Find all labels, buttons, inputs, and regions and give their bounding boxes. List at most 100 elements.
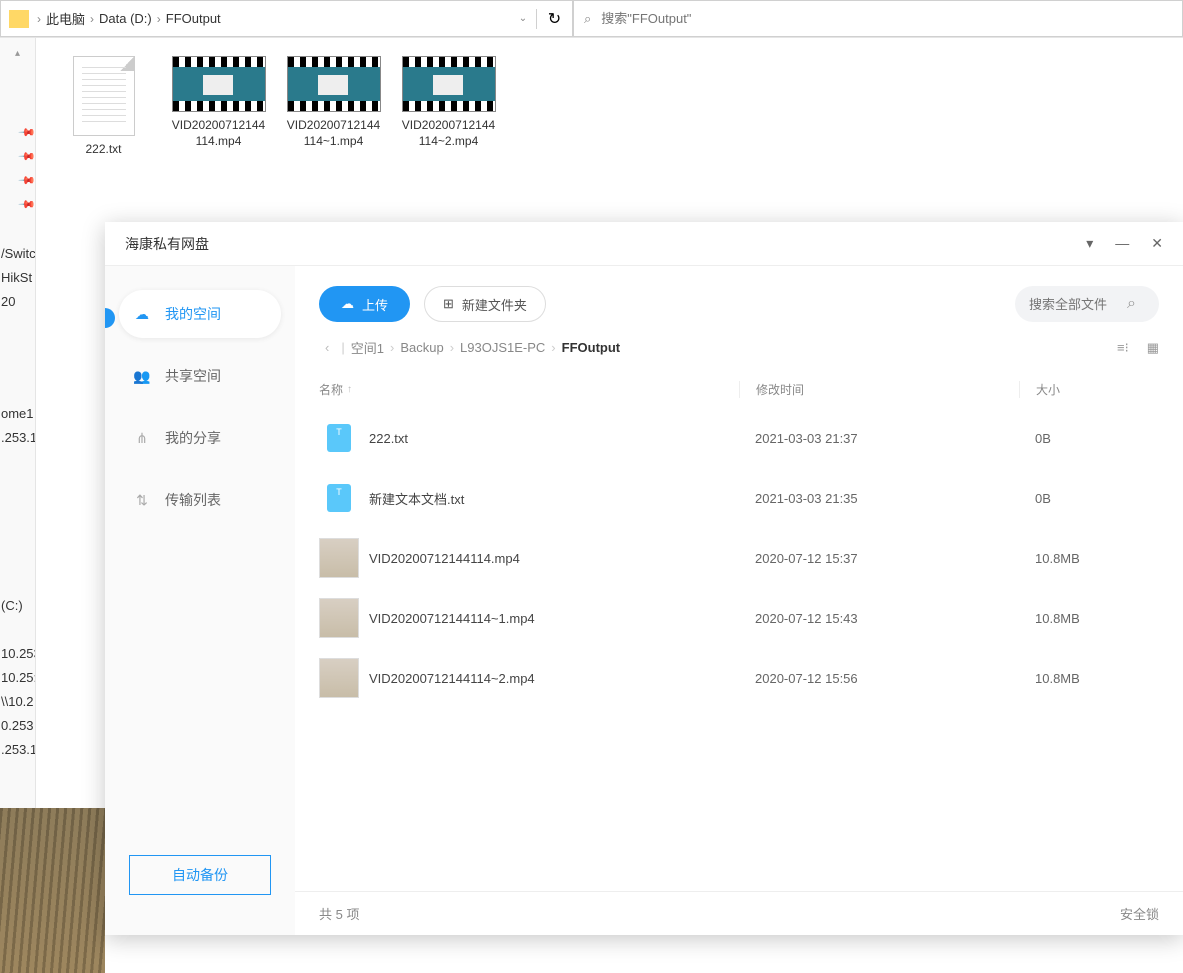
cloud-drive-window: 海康私有网盘 ▾ — ✕ ☁ 我的空间 👥 共享空间 ⋔ 我的分享: [105, 222, 1183, 935]
window-title: 海康私有网盘: [125, 234, 1086, 254]
chevron-right-icon: ›: [450, 340, 454, 355]
nav-item[interactable]: (C:): [1, 598, 35, 613]
history-dropdown[interactable]: ⌄: [510, 13, 536, 24]
sidebar-item-my-space[interactable]: ☁ 我的空间: [119, 290, 281, 338]
explorer-search-input[interactable]: [591, 11, 1182, 26]
file-item-video[interactable]: VID20200712144114~1.mp4: [286, 56, 381, 149]
minimize-button[interactable]: —: [1115, 235, 1129, 252]
file-date: 2020-07-12 15:43: [739, 611, 1019, 626]
chevron-right-icon: ›: [153, 12, 165, 26]
cloud-search-input[interactable]: [1029, 297, 1119, 312]
view-controls: ≡⁝ ▦: [1117, 340, 1159, 356]
file-list: 222.txt 2021-03-03 21:37 0B 新建文本文档.txt 2…: [295, 408, 1183, 708]
breadcrumb-segment[interactable]: 空间1: [351, 338, 384, 357]
file-size: 10.8MB: [1019, 551, 1159, 566]
explorer-breadcrumb[interactable]: › 此电脑 › Data (D:) › FFOutput ⌄ ↻: [0, 0, 573, 37]
search-icon[interactable]: ⌕: [1127, 295, 1136, 313]
file-date: 2021-03-03 21:37: [739, 431, 1019, 446]
back-button[interactable]: ‹: [319, 340, 335, 355]
breadcrumb-segment[interactable]: Data (D:): [98, 9, 153, 28]
file-name: 新建文本文档.txt: [369, 489, 739, 508]
item-count: 共 5 项: [319, 904, 359, 923]
nav-item[interactable]: 10.253: [1, 646, 35, 661]
nav-item[interactable]: 10.25:: [1, 670, 35, 685]
breadcrumb-segment[interactable]: FFOutput: [165, 9, 222, 28]
scroll-up-icon[interactable]: ▴: [0, 48, 35, 59]
file-name: VID20200712144114~2.mp4: [369, 671, 739, 686]
col-header-date[interactable]: 修改时间: [739, 381, 1019, 398]
upload-icon: ☁: [341, 296, 354, 312]
sidebar-item-my-shares[interactable]: ⋔ 我的分享: [119, 414, 281, 462]
pin-icon: 📌: [17, 123, 36, 142]
table-row[interactable]: VID20200712144114~2.mp4 2020-07-12 15:56…: [295, 648, 1183, 708]
sort-icon[interactable]: ≡⁝: [1117, 340, 1129, 356]
search-icon: ⌕: [584, 11, 591, 27]
upload-button[interactable]: ☁ 上传: [319, 286, 410, 322]
divider: |: [341, 340, 344, 355]
auto-backup-button[interactable]: 自动备份: [129, 855, 271, 895]
file-item-video[interactable]: VID20200712144114~2.mp4: [401, 56, 496, 149]
pin-icon: 📌: [17, 147, 36, 166]
chevron-right-icon: ›: [551, 340, 555, 355]
nav-item[interactable]: .253.1: [1, 430, 35, 445]
breadcrumb-segment[interactable]: L93OJS1E-PC: [460, 340, 545, 355]
file-name: VID20200712144114~1.mp4: [369, 611, 739, 626]
txt-file-icon: [319, 478, 359, 518]
table-row[interactable]: VID20200712144114.mp4 2020-07-12 15:37 1…: [295, 528, 1183, 588]
txt-file-icon: [319, 418, 359, 458]
security-lock[interactable]: 安全锁: [1120, 904, 1159, 923]
nav-item[interactable]: .253.1: [1, 742, 35, 757]
transfer-icon: ⇅: [133, 491, 151, 509]
cloud-icon: ☁: [133, 305, 151, 323]
sidebar-item-transfers[interactable]: ⇅ 传输列表: [119, 476, 281, 524]
chevron-right-icon: ›: [390, 340, 394, 355]
window-titlebar[interactable]: 海康私有网盘 ▾ — ✕: [105, 222, 1183, 266]
nav-item[interactable]: 0.253: [1, 718, 35, 733]
nav-item[interactable]: \\10.2: [1, 694, 35, 709]
sidebar-item-label: 传输列表: [165, 490, 221, 510]
video-file-icon: [319, 538, 359, 578]
file-item-txt[interactable]: 222.txt: [56, 56, 151, 158]
col-header-size[interactable]: 大小: [1019, 381, 1159, 398]
nav-item[interactable]: HikSt: [1, 270, 35, 285]
table-row[interactable]: VID20200712144114~1.mp4 2020-07-12 15:43…: [295, 588, 1183, 648]
nav-item[interactable]: 20: [1, 294, 35, 309]
col-header-name[interactable]: 名称 ↑: [319, 381, 739, 398]
grid-view-icon[interactable]: ▦: [1147, 340, 1159, 356]
video-thumb-icon: [402, 56, 496, 112]
file-date: 2020-07-12 15:37: [739, 551, 1019, 566]
sidebar-item-share-space[interactable]: 👥 共享空间: [119, 352, 281, 400]
breadcrumb-segment[interactable]: 此电脑: [45, 7, 86, 30]
chevron-right-icon: ›: [33, 12, 45, 26]
refresh-button[interactable]: ↻: [536, 9, 572, 29]
file-name: VID20200712144114.mp4: [369, 551, 739, 566]
file-item-video[interactable]: VID20200712144114.mp4: [171, 56, 266, 149]
window-controls: ▾ — ✕: [1086, 235, 1163, 252]
new-folder-icon: ⊞: [443, 296, 454, 312]
file-size: 0B: [1019, 431, 1159, 446]
file-date: 2020-07-12 15:56: [739, 671, 1019, 686]
close-button[interactable]: ✕: [1151, 235, 1163, 252]
video-thumb-icon: [287, 56, 381, 112]
explorer-nav-strip[interactable]: ▴ 📌 📌 📌 📌 /Switc HikSt 20 ome1 .253.1 (C…: [0, 38, 36, 935]
dropdown-icon[interactable]: ▾: [1086, 235, 1093, 252]
file-label: 222.txt: [85, 142, 121, 158]
file-size: 10.8MB: [1019, 611, 1159, 626]
refresh-icon: ↻: [548, 9, 561, 29]
file-list-header: 名称 ↑ 修改时间 大小: [295, 371, 1183, 408]
nav-item[interactable]: /Switc: [1, 246, 35, 261]
cloud-main: ☁ 上传 ⊞ 新建文件夹 ⌕ ‹ | 空间1 › Backup ›: [295, 266, 1183, 935]
breadcrumb-current: FFOutput: [562, 340, 620, 355]
pin-icon: 📌: [17, 195, 36, 214]
explorer-search[interactable]: ⌕: [573, 0, 1183, 37]
table-row[interactable]: 222.txt 2021-03-03 21:37 0B: [295, 408, 1183, 468]
breadcrumb-segment[interactable]: Backup: [400, 340, 443, 355]
desktop-wallpaper-peek: [0, 808, 105, 973]
nav-item[interactable]: ome1: [1, 406, 35, 421]
cloud-sidebar: ☁ 我的空间 👥 共享空间 ⋔ 我的分享 ⇅ 传输列表 自动备份: [105, 266, 295, 935]
new-folder-button[interactable]: ⊞ 新建文件夹: [424, 286, 546, 322]
table-row[interactable]: 新建文本文档.txt 2021-03-03 21:35 0B: [295, 468, 1183, 528]
new-folder-label: 新建文件夹: [462, 295, 527, 314]
cloud-search[interactable]: ⌕: [1015, 286, 1159, 322]
file-name: 222.txt: [369, 431, 739, 446]
